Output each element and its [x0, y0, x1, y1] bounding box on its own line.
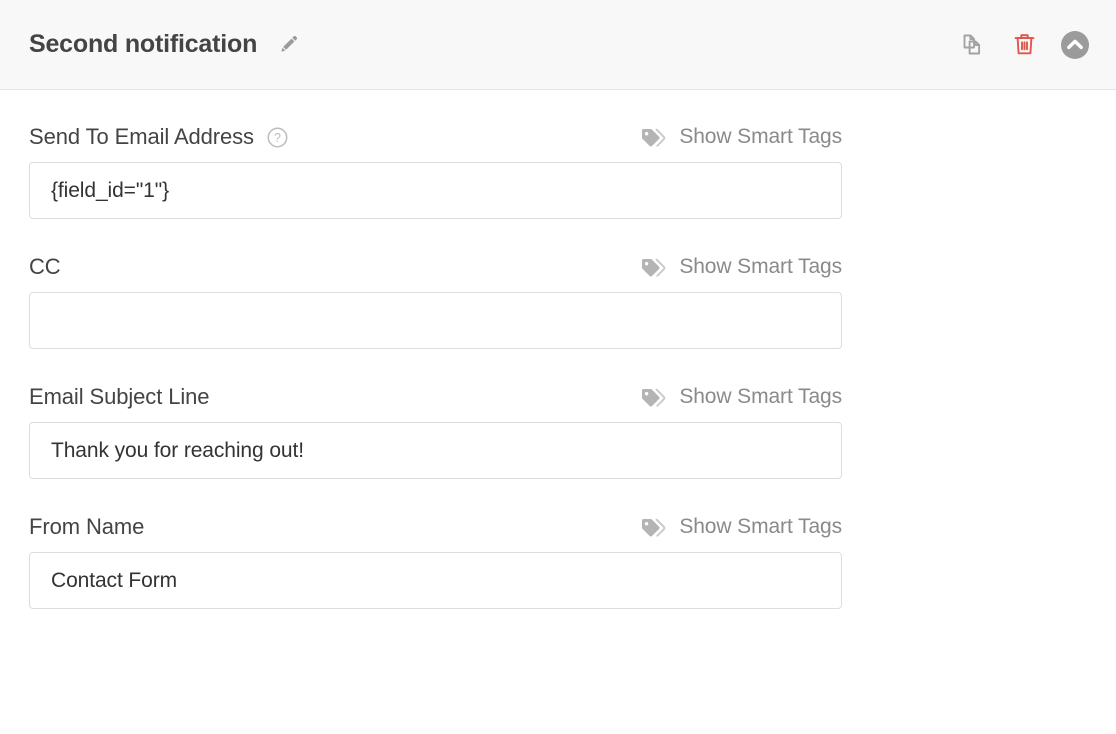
tags-icon	[641, 127, 667, 147]
show-smart-tags-label: Show Smart Tags	[679, 385, 842, 408]
notification-settings-panel: Second notification Send To Email Addres…	[0, 0, 1116, 734]
field-from-name: From Name Show Smart Tags	[29, 479, 1087, 609]
tags-icon	[641, 257, 667, 277]
chevron-up-circle-icon[interactable]	[1060, 30, 1090, 60]
tags-icon	[641, 387, 667, 407]
field-label: Send To Email Address	[29, 124, 254, 149]
show-smart-tags-label: Show Smart Tags	[679, 255, 842, 278]
notification-fields: Send To Email Address ? Show Smart Tags …	[0, 90, 1116, 609]
field-header: CC Show Smart Tags	[29, 252, 842, 282]
from-name-input[interactable]	[29, 552, 842, 609]
field-header: Email Subject Line Show Smart Tags	[29, 382, 842, 412]
cc-input[interactable]	[29, 292, 842, 349]
question-circle-icon[interactable]: ?	[267, 126, 289, 148]
field-cc: CC Show Smart Tags	[29, 219, 1087, 349]
field-label-wrap: Email Subject Line	[29, 384, 210, 410]
show-smart-tags-label: Show Smart Tags	[679, 515, 842, 538]
copy-icon[interactable]	[958, 30, 988, 60]
show-smart-tags-toggle[interactable]: Show Smart Tags	[641, 255, 842, 279]
page-title: Second notification	[29, 30, 258, 58]
field-label: Email Subject Line	[29, 384, 210, 409]
notification-header: Second notification	[0, 0, 1116, 90]
field-header: From Name Show Smart Tags	[29, 512, 842, 542]
show-smart-tags-toggle[interactable]: Show Smart Tags	[641, 125, 842, 149]
show-smart-tags-toggle[interactable]: Show Smart Tags	[641, 515, 842, 539]
show-smart-tags-label: Show Smart Tags	[679, 125, 842, 148]
field-send-to-email-address: Send To Email Address ? Show Smart Tags …	[29, 90, 1087, 219]
field-header: Send To Email Address ? Show Smart Tags	[29, 122, 842, 152]
email-subject-line-input[interactable]	[29, 422, 842, 479]
svg-text:?: ?	[274, 131, 281, 145]
show-smart-tags-toggle[interactable]: Show Smart Tags	[641, 385, 842, 409]
trash-icon[interactable]	[1009, 30, 1039, 60]
field-label-wrap: Send To Email Address ?	[29, 124, 289, 150]
notification-header-left: Second notification	[29, 30, 958, 59]
field-label-wrap: From Name	[29, 514, 144, 540]
field-label: From Name	[29, 514, 145, 539]
field-label-wrap: CC	[29, 254, 61, 280]
field-label: CC	[29, 254, 61, 279]
send-to-email-address-input[interactable]	[29, 162, 842, 219]
notification-header-actions	[958, 30, 1090, 60]
tags-icon	[641, 517, 667, 537]
field-email-subject-line: Email Subject Line Show Smart Tags	[29, 349, 1087, 479]
pencil-icon[interactable]	[275, 32, 301, 58]
